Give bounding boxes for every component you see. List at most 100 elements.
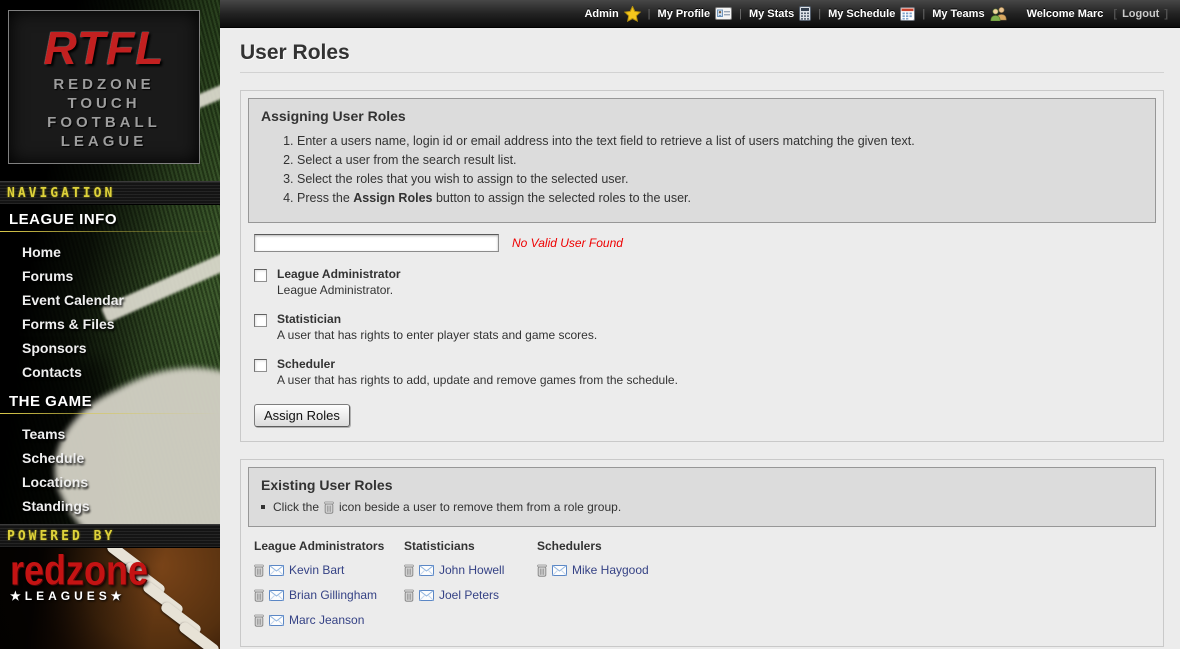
- logout-bracket-left: [: [1113, 8, 1117, 20]
- vcard-icon: [715, 7, 732, 20]
- nav-my-schedule-label: My Schedule: [828, 8, 895, 20]
- role-description: A user that has rights to enter player s…: [277, 328, 597, 342]
- statistician-checkbox[interactable]: [254, 314, 267, 327]
- navigation-header-bar: NAVIGATION: [0, 181, 220, 205]
- email-icon[interactable]: [269, 590, 284, 601]
- instruction-step: Select the roles that you wish to assign…: [297, 172, 1143, 186]
- delete-icon[interactable]: [537, 564, 547, 577]
- sidebar-item-teams[interactable]: Teams: [0, 422, 220, 446]
- nav-my-teams[interactable]: My Teams: [932, 6, 1006, 21]
- top-navigation-bar: Admin | My Profile | My Stats | My Sched…: [220, 0, 1180, 28]
- instruction-step: Press the Assign Roles button to assign …: [297, 191, 1143, 205]
- nav-my-schedule[interactable]: My Schedule: [828, 6, 915, 21]
- nav-my-profile-label: My Profile: [658, 8, 711, 20]
- star-icon: [624, 6, 641, 22]
- page-title: User Roles: [240, 41, 1164, 65]
- league-administrator-checkbox[interactable]: [254, 269, 267, 282]
- logo-acronym: RTFL: [9, 21, 199, 75]
- search-error-message: No Valid User Found: [512, 236, 623, 250]
- assign-roles-button[interactable]: Assign Roles: [254, 404, 350, 427]
- logo-line: REDZONE: [9, 75, 199, 94]
- delete-icon[interactable]: [254, 564, 264, 577]
- app-window: RTFL REDZONE TOUCH FOOTBALL LEAGUE NAVIG…: [0, 0, 1180, 649]
- email-icon[interactable]: [552, 565, 567, 576]
- delete-icon: [324, 501, 334, 514]
- user-link[interactable]: John Howell: [439, 563, 504, 577]
- email-icon[interactable]: [419, 590, 434, 601]
- user-row: John Howell: [404, 562, 537, 578]
- section-title: THE GAME: [0, 393, 220, 410]
- sidebar-item-locations[interactable]: Locations: [0, 470, 220, 494]
- sidebar-item-forums[interactable]: Forums: [0, 264, 220, 288]
- sidebar-item-forms-files[interactable]: Forms & Files: [0, 312, 220, 336]
- sidebar-item-schedule[interactable]: Schedule: [0, 446, 220, 470]
- nav-my-stats[interactable]: My Stats: [749, 6, 811, 21]
- sidebar-item-contacts[interactable]: Contacts: [0, 360, 220, 384]
- nav-separator: |: [739, 8, 742, 20]
- user-row: Kevin Bart: [254, 562, 404, 578]
- existing-roles-panel: Existing User Roles Click the icon besid…: [240, 459, 1164, 647]
- league-logo[interactable]: RTFL REDZONE TOUCH FOOTBALL LEAGUE: [8, 10, 200, 164]
- nav-my-stats-label: My Stats: [749, 8, 794, 20]
- existing-roles-header-box: Existing User Roles Click the icon besid…: [248, 467, 1156, 527]
- delete-icon[interactable]: [404, 564, 414, 577]
- delete-icon[interactable]: [254, 614, 264, 627]
- assigning-roles-panel: Assigning User Roles Enter a users name,…: [240, 90, 1164, 442]
- nav-separator: |: [922, 8, 925, 20]
- bullet-icon: [261, 505, 265, 509]
- sidebar-item-home[interactable]: Home: [0, 240, 220, 264]
- user-search-input[interactable]: [254, 234, 499, 252]
- group-title: Statisticians: [404, 539, 537, 553]
- group-title: Schedulers: [537, 539, 757, 553]
- user-row: Joel Peters: [404, 587, 537, 603]
- user-link[interactable]: Kevin Bart: [289, 563, 344, 577]
- logo-line: TOUCH: [9, 94, 199, 113]
- role-option-league-administrator: League Administrator League Administrato…: [254, 267, 1156, 297]
- sidebar-item-sponsors[interactable]: Sponsors: [0, 336, 220, 360]
- assign-roles-bold: Assign Roles: [353, 191, 432, 205]
- email-icon[interactable]: [419, 565, 434, 576]
- calendar-icon: [900, 6, 915, 21]
- user-link[interactable]: Brian Gillingham: [289, 588, 377, 602]
- group-schedulers: Schedulers Mike Haygood: [537, 539, 757, 628]
- logout-button[interactable]: Logout: [1122, 8, 1159, 20]
- user-link[interactable]: Mike Haygood: [572, 563, 649, 577]
- instruction-step: Enter a users name, login id or email ad…: [297, 134, 1143, 148]
- role-option-statistician: Statistician A user that has rights to e…: [254, 312, 1156, 342]
- nav-admin-label: Admin: [584, 8, 618, 20]
- role-description: League Administrator.: [277, 283, 401, 297]
- nav-admin[interactable]: Admin: [584, 6, 640, 22]
- sidebar-section-league-info: LEAGUE INFO Home Forums Event Calendar F…: [0, 211, 220, 384]
- powered-by-bar: POWERED BY: [0, 524, 220, 548]
- user-link[interactable]: Marc Jeanson: [289, 613, 364, 627]
- user-link[interactable]: Joel Peters: [439, 588, 499, 602]
- email-icon[interactable]: [269, 615, 284, 626]
- logout-bracket-right: ]: [1164, 8, 1168, 20]
- nav-my-profile[interactable]: My Profile: [658, 7, 733, 20]
- nav-my-teams-label: My Teams: [932, 8, 984, 20]
- logo-line: LEAGUE: [9, 132, 199, 151]
- assigning-instructions-box: Assigning User Roles Enter a users name,…: [248, 98, 1156, 223]
- scheduler-checkbox[interactable]: [254, 359, 267, 372]
- delete-icon[interactable]: [254, 589, 264, 602]
- sidebar: RTFL REDZONE TOUCH FOOTBALL LEAGUE NAVIG…: [0, 0, 220, 649]
- delete-icon[interactable]: [404, 589, 414, 602]
- remove-role-note: Click the icon beside a user to remove t…: [261, 500, 1143, 514]
- role-label: Scheduler: [277, 357, 678, 371]
- email-icon[interactable]: [269, 565, 284, 576]
- title-divider: [240, 72, 1164, 73]
- sidebar-item-event-calendar[interactable]: Event Calendar: [0, 288, 220, 312]
- sidebar-section-the-game: THE GAME Teams Schedule Locations Standi…: [0, 393, 220, 542]
- main-content: User Roles Assigning User Roles Enter a …: [220, 28, 1180, 649]
- section-underline: [0, 413, 220, 414]
- nav-separator: |: [818, 8, 821, 20]
- existing-roles-title: Existing User Roles: [261, 477, 1143, 493]
- sidebar-item-standings[interactable]: Standings: [0, 494, 220, 518]
- group-title: League Administrators: [254, 539, 404, 553]
- redzone-leagues-logo[interactable]: redzone ★LEAGUES★: [10, 551, 148, 603]
- section-underline: [0, 231, 220, 232]
- assigning-title: Assigning User Roles: [261, 108, 1143, 124]
- nav-separator: |: [648, 8, 651, 20]
- group-statisticians: Statisticians John Howell Joel Peters: [404, 539, 537, 628]
- logo-line: FOOTBALL: [9, 113, 199, 132]
